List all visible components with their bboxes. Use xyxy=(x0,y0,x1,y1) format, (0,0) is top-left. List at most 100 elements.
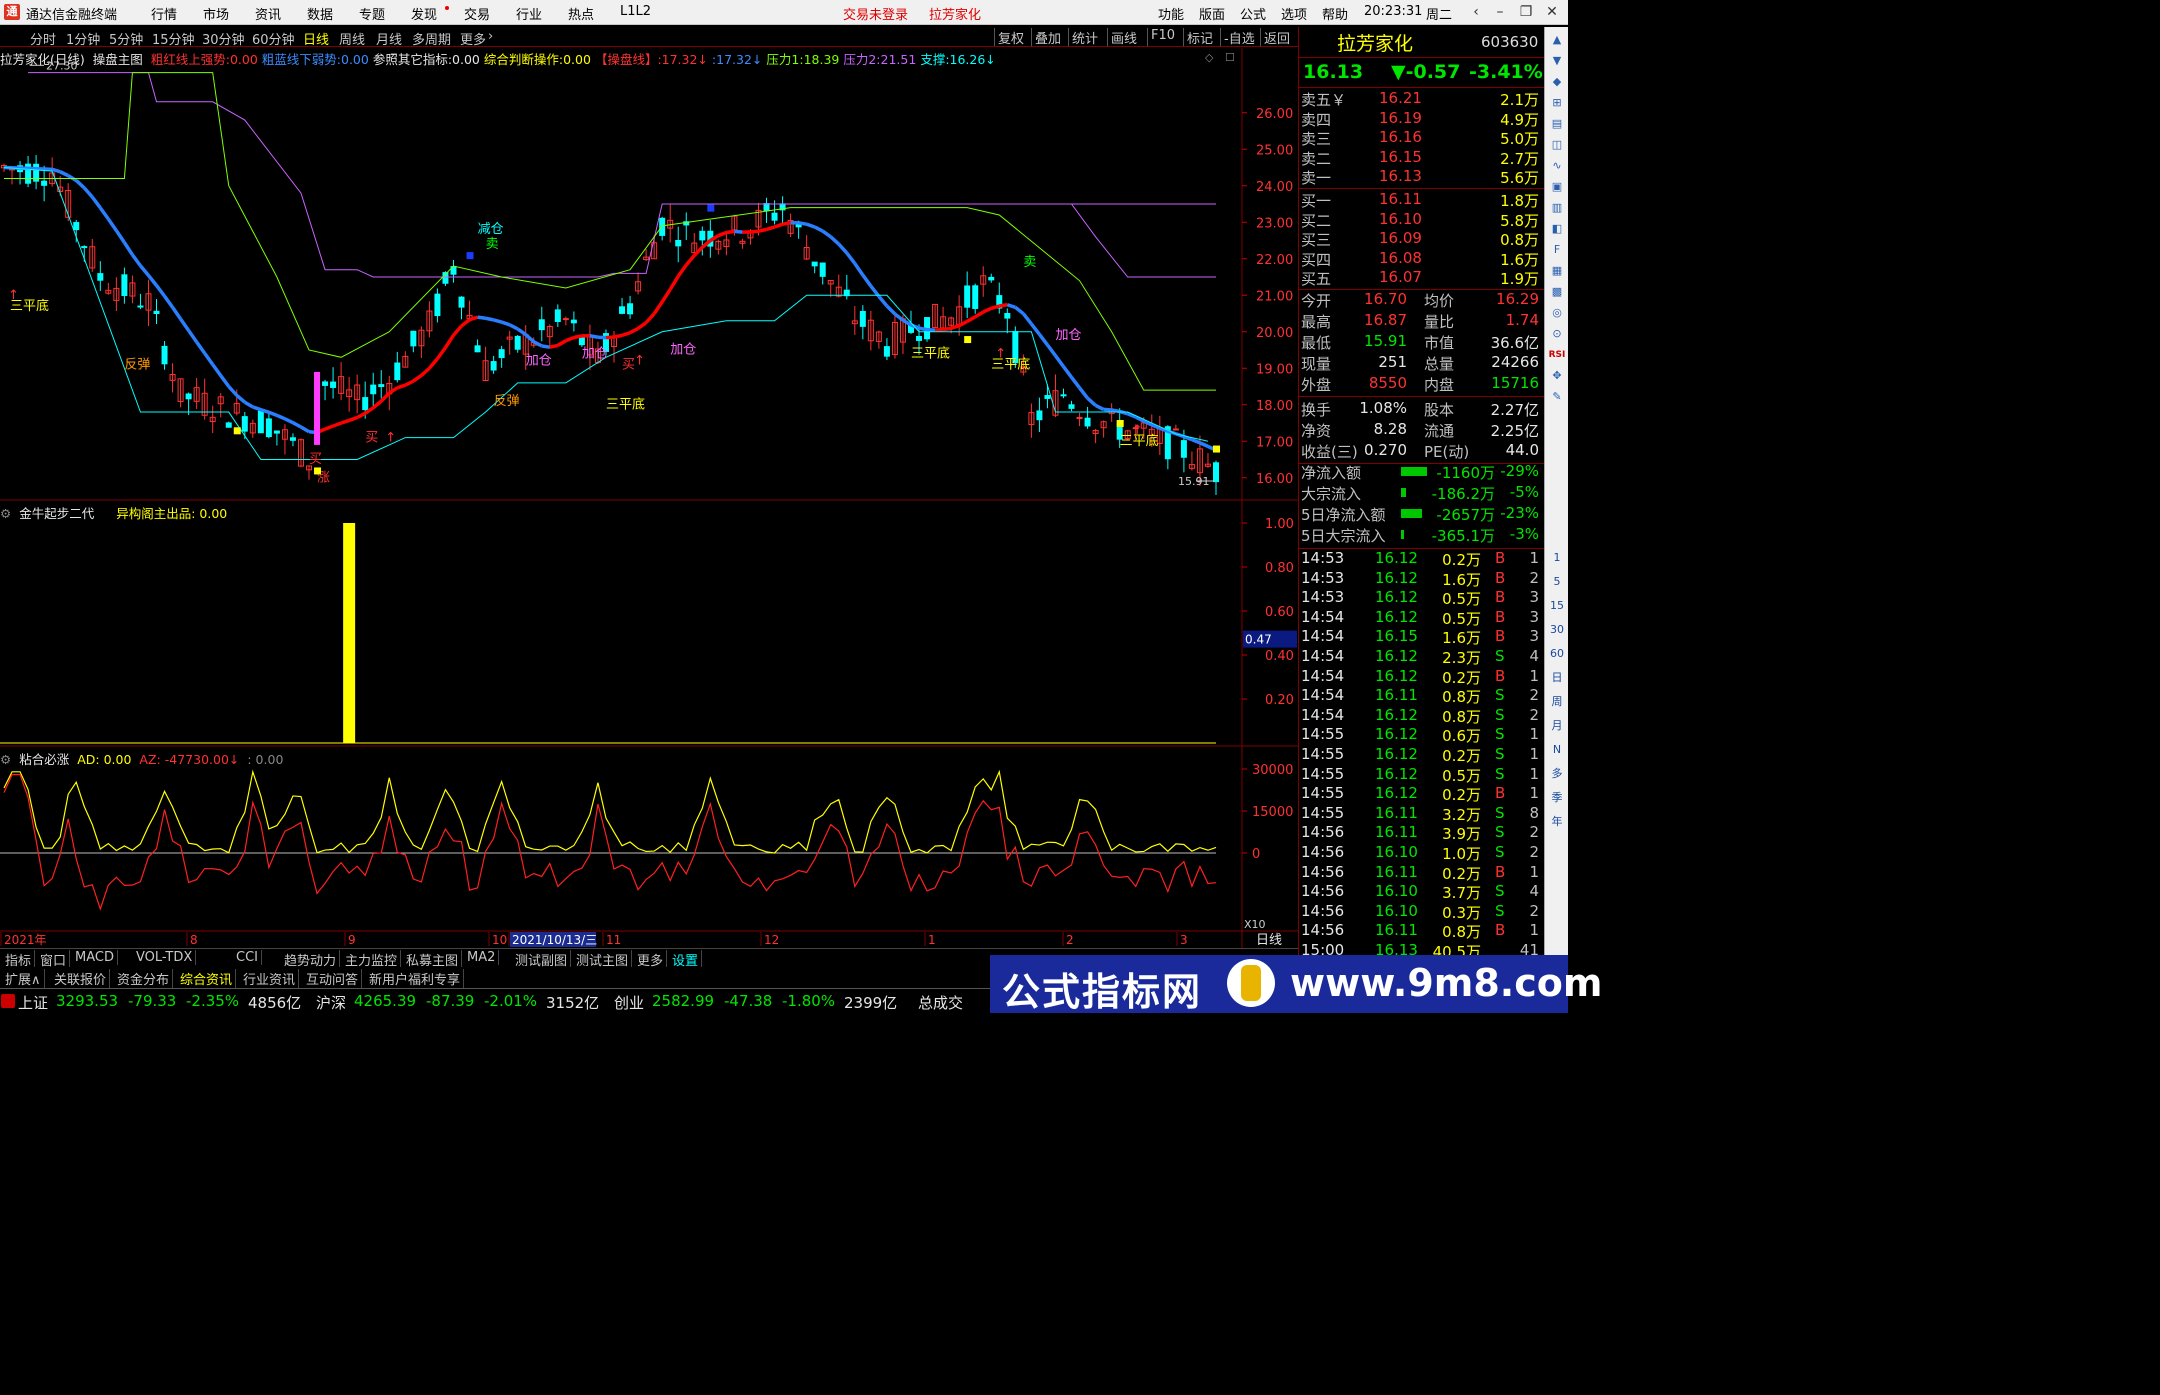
btn-mark[interactable]: 标记 xyxy=(1183,28,1213,47)
menu-item-data[interactable]: 数据 xyxy=(307,4,333,23)
tool-icon[interactable]: ∿ xyxy=(1548,157,1566,175)
main-formula-name[interactable]: 操盘主图 xyxy=(93,52,143,67)
tool-icon[interactable]: ◆ xyxy=(1548,73,1566,91)
ask-row[interactable]: 卖五￥ 16.21 2.1万 xyxy=(1299,89,1545,109)
gear-icon[interactable]: ⚙ xyxy=(0,752,11,767)
tool-icon[interactable]: ⊞ xyxy=(1548,94,1566,112)
ask-row[interactable]: 卖三 16.16 5.0万 xyxy=(1299,128,1545,148)
ask-row[interactable]: 卖一 16.13 5.6万 xyxy=(1299,167,1545,187)
menu-item-news[interactable]: 资讯 xyxy=(255,4,281,23)
indicator-tab[interactable]: CCI xyxy=(233,950,262,965)
bid-row[interactable]: 买一 16.11 1.8万 xyxy=(1299,190,1545,210)
bid-row[interactable]: 买四 16.08 1.6万 xyxy=(1299,249,1545,269)
period-weekly[interactable]: 周线 xyxy=(339,29,365,48)
indicator-tab[interactable]: MACD xyxy=(72,950,118,965)
menu-item-help[interactable]: 帮助 xyxy=(1322,4,1348,23)
tool-icon[interactable]: ▤ xyxy=(1548,115,1566,133)
index-name[interactable]: 沪深 xyxy=(316,992,346,1013)
diamond-icon[interactable]: ◇ xyxy=(1205,51,1213,64)
kline-chart-svg[interactable]: 26.0025.0024.0023.0022.0021.0020.0019.00… xyxy=(0,48,1298,948)
period-daily[interactable]: 日线 xyxy=(303,29,329,48)
back-icon[interactable]: ‹ xyxy=(1466,2,1486,22)
square-icon[interactable]: ☐ xyxy=(1225,51,1235,64)
bid-row[interactable]: 买三 16.09 0.8万 xyxy=(1299,229,1545,249)
tool-icon[interactable]: ▥ xyxy=(1548,199,1566,217)
index-name[interactable]: 上证 xyxy=(18,992,48,1013)
ask-row[interactable]: 卖四 16.19 4.9万 xyxy=(1299,109,1545,129)
period-30min[interactable]: 30分钟 xyxy=(202,29,245,48)
period-shortcut-30[interactable]: 30 xyxy=(1548,621,1566,639)
restore-icon[interactable]: ❐ xyxy=(1516,2,1536,22)
tool-icon[interactable]: F xyxy=(1548,241,1566,259)
tool-icon[interactable]: ⊙ xyxy=(1548,325,1566,343)
extension-tab[interactable]: 关联报价 xyxy=(51,969,111,988)
tool-icon[interactable]: ▣ xyxy=(1548,178,1566,196)
menu-item-options[interactable]: 选项 xyxy=(1281,4,1307,23)
btn-adjust[interactable]: 复权 xyxy=(994,28,1024,47)
btn-back[interactable]: 返回 xyxy=(1260,28,1290,47)
period-multi[interactable]: 多周期 xyxy=(412,29,451,48)
bid-row[interactable]: 买五 16.07 1.9万 xyxy=(1299,268,1545,288)
period-15min[interactable]: 15分钟 xyxy=(152,29,195,48)
menu-item-market[interactable]: 行情 xyxy=(151,4,177,23)
menu-item-industry[interactable]: 行业 xyxy=(516,4,542,23)
tool-icon[interactable]: ▩ xyxy=(1548,283,1566,301)
extension-tab[interactable]: 资金分布 xyxy=(114,969,174,988)
tool-icon[interactable]: ▲ xyxy=(1548,31,1566,49)
btn-remove-watch[interactable]: -自选 xyxy=(1220,28,1255,47)
period-shortcut-5[interactable]: 5 xyxy=(1548,573,1566,591)
extension-tab[interactable]: 扩展∧ xyxy=(2,969,45,988)
period-1min[interactable]: 1分钟 xyxy=(66,29,100,48)
period-more[interactable]: 更多 xyxy=(460,29,486,48)
tool-icon[interactable]: ▦ xyxy=(1548,262,1566,280)
chart-area[interactable]: 26.00 25.00 24.00 23.00 22.00 21.00 20.00 19.00… xyxy=(0,48,1298,948)
menu-item-hotspot[interactable]: 热点 xyxy=(568,4,594,23)
menu-item-sector[interactable]: 市场 xyxy=(203,4,229,23)
minimize-icon[interactable]: – xyxy=(1490,2,1510,22)
menu-item-discover[interactable]: 发现 xyxy=(411,4,437,23)
close-icon[interactable]: ✕ xyxy=(1542,2,1562,22)
menu-item-trade[interactable]: 交易 xyxy=(464,4,490,23)
period-shortcut-多[interactable]: 多 xyxy=(1548,765,1566,783)
indicator-tab[interactable]: MA2 xyxy=(464,950,500,965)
extension-tab[interactable]: 综合资讯 xyxy=(177,969,237,988)
cross-icon[interactable]: ✥ xyxy=(1548,367,1566,385)
period-shortcut-周[interactable]: 周 xyxy=(1548,693,1566,711)
tool-icon[interactable]: ◧ xyxy=(1548,220,1566,238)
tool-icon[interactable]: ▼ xyxy=(1548,52,1566,70)
period-shortcut-60[interactable]: 60 xyxy=(1548,645,1566,663)
menu-item-layout[interactable]: 版面 xyxy=(1199,4,1225,23)
period-shortcut-1[interactable]: 1 xyxy=(1548,549,1566,567)
period-shortcut-季[interactable]: 季 xyxy=(1548,789,1566,807)
extension-tab[interactable]: 互动问答 xyxy=(303,969,363,988)
period-timeshare[interactable]: 分时 xyxy=(30,29,56,48)
btn-overlay[interactable]: 叠加 xyxy=(1031,28,1061,47)
extension-tab[interactable]: 新用户福利专享 xyxy=(366,969,465,988)
period-shortcut-日[interactable]: 日 xyxy=(1548,669,1566,687)
ask-row[interactable]: 卖二 16.15 2.7万 xyxy=(1299,148,1545,168)
sub1-title[interactable]: 金牛起步二代 xyxy=(19,506,94,521)
menu-item-l1l2[interactable]: L1L2 xyxy=(620,4,651,19)
period-shortcut-月[interactable]: 月 xyxy=(1548,717,1566,735)
period-shortcut-15[interactable]: 15 xyxy=(1548,597,1566,615)
rsi-icon[interactable]: RSI xyxy=(1548,346,1566,364)
period-monthly[interactable]: 月线 xyxy=(376,29,402,48)
gear-icon[interactable]: ⚙ xyxy=(0,506,11,521)
menu-item-formula[interactable]: 公式 xyxy=(1240,4,1266,23)
period-shortcut-N[interactable]: N xyxy=(1548,741,1566,759)
btn-f10[interactable]: F10 xyxy=(1147,28,1175,46)
menu-item-topics[interactable]: 专题 xyxy=(359,4,385,23)
btn-draw[interactable]: 画线 xyxy=(1107,28,1137,47)
period-5min[interactable]: 5分钟 xyxy=(109,29,143,48)
pen-icon[interactable]: ✎ xyxy=(1548,388,1566,406)
extension-tab[interactable]: 行业资讯 xyxy=(240,969,300,988)
indicator-tab[interactable]: VOL-TDX xyxy=(133,950,197,965)
sub2-title[interactable]: 粘合必涨 xyxy=(19,752,69,767)
login-status[interactable]: 交易未登录 xyxy=(843,4,908,23)
period-60min[interactable]: 60分钟 xyxy=(252,29,295,48)
chevron-right-icon[interactable]: › xyxy=(488,29,493,44)
period-shortcut-年[interactable]: 年 xyxy=(1548,813,1566,831)
index-name[interactable]: 创业 xyxy=(614,992,644,1013)
tool-icon[interactable]: ◫ xyxy=(1548,136,1566,154)
btn-stats[interactable]: 统计 xyxy=(1068,28,1098,47)
